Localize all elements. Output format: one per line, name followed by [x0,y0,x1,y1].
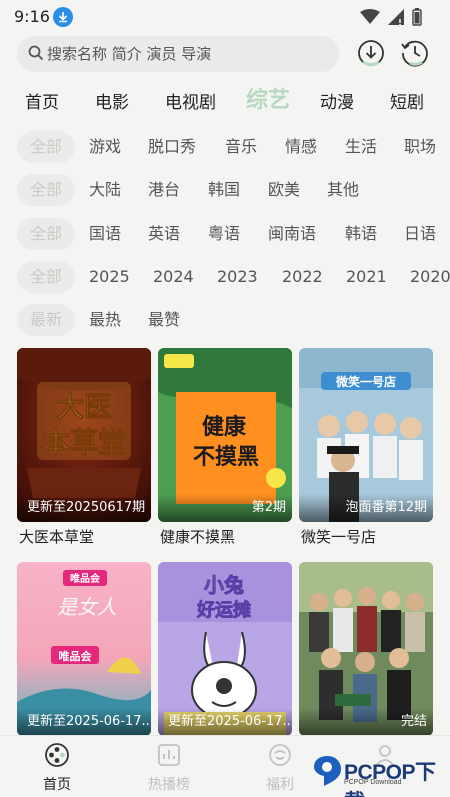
show-title: 微笑一号店 [301,528,377,546]
filter-option[interactable]: 最热 [89,304,121,336]
filter-option[interactable]: 职场 [404,131,436,163]
signal-icon [388,9,404,25]
filter-option[interactable]: 2022 [282,261,323,293]
pcpop-logo-icon [314,756,341,786]
svg-text:本草堂: 本草堂 [42,426,126,459]
search-icon [28,45,44,61]
filter-genre-all[interactable]: 全部 [17,131,75,163]
chart-icon [158,744,180,766]
show-poster: 小兔 好运摊 更新至2025-06-17... [158,562,292,736]
home-film-reel-icon [45,743,69,767]
bottom-tab-label: 福利 [266,777,294,793]
filter-sort-latest[interactable]: 最新 [17,304,75,336]
watermark-text: PCPOP下载 [344,761,436,797]
filter-option[interactable]: 2020 [410,261,450,293]
filter-option[interactable]: 游戏 [89,131,121,163]
filter-language-all[interactable]: 全部 [17,218,75,250]
filter-option[interactable]: 港台 [148,174,180,206]
show-poster: 完结 [299,562,433,736]
search-bar[interactable] [17,36,339,72]
episode-status: 泡面番第12期 [299,494,433,522]
svg-text:唯品会: 唯品会 [59,649,93,663]
filter-row-genre: 全部 游戏 脱口秀 音乐 情感 生活 职场 [0,131,450,165]
filter-option[interactable]: 音乐 [225,131,257,163]
battery-icon [412,8,422,26]
svg-text:是女人: 是女人 [57,595,117,619]
filter-option[interactable]: 最赞 [148,304,180,336]
episode-status: 更新至2025-06-17... [17,708,151,736]
episode-status: 更新至2025-06-17... [158,708,292,736]
filter-row-sort: 最新 最热 最赞 [0,304,450,338]
watermark-subtext: PCPOP Download [344,779,402,786]
filter-row-year: 全部 2025 2024 2023 2022 2021 2020 [0,261,450,295]
episode-status: 第2期 [158,494,292,522]
history-icon[interactable] [400,38,430,68]
svg-text:小兔: 小兔 [204,573,244,597]
filter-option[interactable]: 英语 [148,218,180,250]
wifi-icon [360,9,380,24]
filter-option[interactable]: 2023 [217,261,258,293]
category-nav: 首页 电影 电视剧 综艺 动漫 短剧 [0,80,450,118]
svg-text:不摸黑: 不摸黑 [193,445,259,470]
filter-option[interactable]: 韩语 [345,218,377,250]
filter-option[interactable]: 国语 [89,218,121,250]
show-poster: 微笑一号店 泡面番第12期 [299,348,433,522]
filter-option[interactable]: 日语 [404,218,436,250]
filter-option[interactable]: 情感 [285,131,317,163]
bottom-tab-label: 热播榜 [148,777,190,793]
filter-option[interactable]: 粤语 [208,218,240,250]
svg-text:健康: 健康 [202,414,247,440]
search-input[interactable] [47,36,327,72]
filter-option[interactable]: 韩国 [208,174,240,206]
filter-option[interactable]: 闽南语 [268,218,316,250]
filter-option[interactable]: 2024 [153,261,194,293]
status-time: 9:16 [14,7,50,26]
filter-year-all[interactable]: 全部 [17,261,75,293]
tab-movies[interactable]: 电影 [95,88,129,113]
show-title: 健康不摸黑 [160,528,236,546]
filter-option[interactable]: 2021 [346,261,387,293]
gift-icon [269,744,291,766]
status-bar: 9:16 [0,0,450,34]
svg-text:微笑一号店: 微笑一号店 [335,374,396,389]
show-title: 大医本草堂 [19,528,95,546]
filter-option[interactable]: 欧美 [268,174,300,206]
bottom-tab-home[interactable]: 首页 [22,742,92,794]
filter-region-all[interactable]: 全部 [17,174,75,206]
filter-option[interactable]: 大陆 [89,174,121,206]
filter-option[interactable]: 脱口秀 [148,131,196,163]
bottom-tab-label: 首页 [43,777,71,793]
tab-anime[interactable]: 动漫 [320,88,354,113]
filter-option[interactable]: 生活 [345,131,377,163]
svg-text:大医: 大医 [56,390,112,423]
download-manager-icon[interactable] [356,38,386,68]
tab-home[interactable]: 首页 [25,88,59,113]
show-poster: 健康 不摸黑 第2期 [158,348,292,522]
status-icons [360,8,422,26]
filter-row-region: 全部 大陆 港台 韩国 欧美 其他 [0,174,450,208]
filter-option[interactable]: 其他 [327,174,359,206]
svg-text:好运摊: 好运摊 [196,599,251,621]
download-notification-icon [53,7,73,27]
tab-short-drama[interactable]: 短剧 [390,88,424,113]
bottom-tab-hot-list[interactable]: 热播榜 [134,742,204,794]
episode-status: 完结 [299,708,433,736]
bottom-tab-welfare[interactable]: 福利 [245,742,315,794]
pcpop-watermark-logo: PCPOP下载 PCPOP Download [310,752,450,797]
filter-option[interactable]: 2025 [89,261,130,293]
tab-tv-series[interactable]: 电视剧 [165,88,216,113]
show-poster: 大医 本草堂 更新至20250617期 [17,348,151,522]
show-poster: 唯品会 是女人 唯品会 更新至2025-06-17... [17,562,151,736]
tab-variety[interactable]: 综艺 [246,82,290,114]
svg-text:唯品会: 唯品会 [70,572,100,585]
filter-row-language: 全部 国语 英语 粤语 闽南语 韩语 日语 [0,218,450,252]
episode-status: 更新至20250617期 [17,494,151,522]
